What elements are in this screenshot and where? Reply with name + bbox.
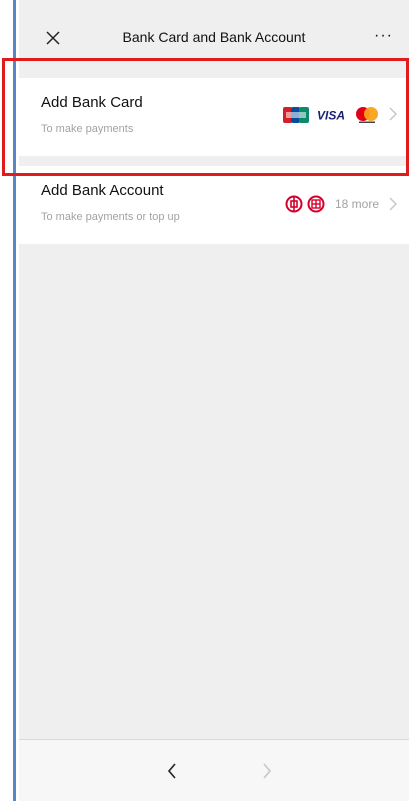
add-bank-account-row[interactable]: Add Bank Account To make payments or top… xyxy=(19,166,409,244)
unionpay-logo-icon xyxy=(283,107,309,123)
back-button[interactable] xyxy=(165,762,179,780)
bottom-navigation-bar xyxy=(19,739,409,801)
card-logos: VISA xyxy=(283,106,379,124)
page-title: Bank Card and Bank Account xyxy=(122,29,306,45)
close-icon xyxy=(46,31,60,45)
row-title: Add Bank Account xyxy=(41,182,164,199)
chevron-left-icon xyxy=(167,763,176,779)
chevron-right-icon xyxy=(389,197,397,211)
add-bank-card-row[interactable]: Add Bank Card To make payments VISA xyxy=(19,78,409,156)
phone-screen: Bank Card and Bank Account ··· Add Bank … xyxy=(19,0,409,801)
bank-logo-icon xyxy=(307,195,325,213)
window-left-border xyxy=(0,0,16,801)
mastercard-logo-icon xyxy=(356,107,378,123)
row-subtitle: To make payments xyxy=(41,123,134,135)
more-banks-count: 18 more xyxy=(334,197,379,211)
chevron-right-icon xyxy=(263,763,272,779)
bank-logos: 18 more xyxy=(285,194,379,214)
close-button[interactable] xyxy=(41,26,65,50)
chevron-right-icon xyxy=(389,107,397,121)
row-subtitle: To make payments or top up xyxy=(41,211,180,223)
bank-of-china-logo-icon xyxy=(285,195,303,213)
row-title: Add Bank Card xyxy=(41,94,143,111)
svg-text:VISA: VISA xyxy=(317,109,345,123)
visa-logo-icon: VISA xyxy=(317,109,345,123)
forward-button[interactable] xyxy=(260,762,274,780)
more-options-button[interactable]: ··· xyxy=(374,28,393,44)
header: Bank Card and Bank Account ··· xyxy=(19,0,409,78)
